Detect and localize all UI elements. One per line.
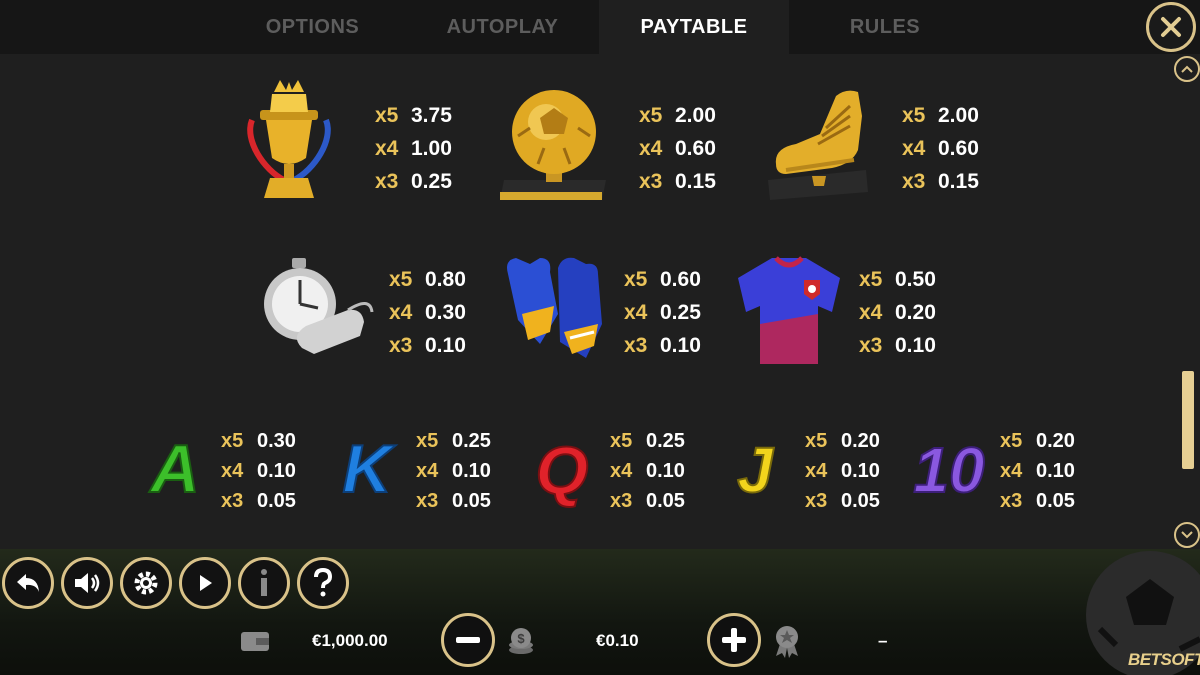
chevron-down-icon <box>1181 531 1193 539</box>
gloves-payouts: x5 0.60 x4 0.25 x3 0.10 <box>624 267 701 357</box>
bet-value: €0.10 <box>596 631 639 650</box>
back-arrow-icon <box>17 574 39 592</box>
tab-rules[interactable]: RULES <box>790 0 980 54</box>
svg-text:J: J <box>737 434 774 500</box>
svg-text:K: K <box>342 432 396 500</box>
speaker-icon <box>75 573 100 593</box>
close-button[interactable] <box>1146 2 1196 52</box>
scroll-up-button[interactable] <box>1174 56 1200 82</box>
ten-payouts: x5 0.20 x4 0.10 x3 0.05 <box>1000 429 1075 512</box>
autoplay-button[interactable] <box>179 557 231 609</box>
sound-button[interactable] <box>61 557 113 609</box>
golden-boot-icon <box>766 88 870 207</box>
golden-ball-icon <box>498 88 610 211</box>
stopwatch-payouts: x5 0.80 x4 0.30 x3 0.10 <box>389 267 466 357</box>
svg-text:10: 10 <box>913 434 984 500</box>
golden-ball-payouts: x5 2.00 x4 0.60 x3 0.15 <box>639 103 716 193</box>
letter-k-icon: K <box>332 430 402 508</box>
tab-bar: OPTIONS AUTOPLAY PAYTABLE RULES <box>0 0 1200 54</box>
a-payouts: x5 0.30 x4 0.10 x3 0.05 <box>221 429 296 512</box>
question-icon <box>314 568 333 597</box>
trophy-icon <box>244 80 334 211</box>
minus-icon <box>456 637 480 643</box>
stopwatch-whistle-icon <box>262 256 374 367</box>
betsoft-logo: BETSOFT <box>1128 650 1200 669</box>
bottom-bar <box>0 549 1200 675</box>
gear-icon <box>134 571 158 595</box>
tab-options[interactable]: OPTIONS <box>220 0 405 54</box>
letter-q-icon: Q <box>527 432 597 510</box>
close-icon <box>1161 17 1181 37</box>
info-icon <box>261 569 267 596</box>
increase-bet-button[interactable] <box>707 613 761 667</box>
golden-boot-payouts: x5 2.00 x4 0.60 x3 0.15 <box>902 103 979 193</box>
letter-j-icon: J <box>728 432 782 507</box>
jersey-payouts: x5 0.50 x4 0.20 x3 0.10 <box>859 267 936 357</box>
tab-paytable[interactable]: PAYTABLE <box>599 0 789 54</box>
decrease-bet-button[interactable] <box>441 613 495 667</box>
number-ten-icon: 10 <box>904 432 994 507</box>
k-payouts: x5 0.25 x4 0.10 x3 0.05 <box>416 429 491 512</box>
j-payouts: x5 0.20 x4 0.10 x3 0.05 <box>805 429 880 512</box>
info-button[interactable] <box>238 557 290 609</box>
tab-autoplay[interactable]: AUTOPLAY <box>410 0 595 54</box>
back-button[interactable] <box>2 557 54 609</box>
trophy-payouts: x5 3.75 x4 1.00 x3 0.25 <box>375 103 452 193</box>
jersey-icon <box>732 254 846 373</box>
letter-a-icon: A <box>140 430 210 508</box>
scroll-down-button[interactable] <box>1174 522 1200 548</box>
help-button[interactable] <box>297 557 349 609</box>
scrollbar-thumb[interactable] <box>1182 371 1194 469</box>
win-value: – <box>878 631 888 650</box>
balance-value: €1,000.00 <box>312 631 388 650</box>
q-payouts: x5 0.25 x4 0.10 x3 0.05 <box>610 429 685 512</box>
coins-icon: $ <box>509 628 533 654</box>
win-medal-icon <box>776 626 798 658</box>
play-icon <box>200 575 212 591</box>
wallet-icon <box>241 632 269 651</box>
svg-text:$: $ <box>517 631 525 646</box>
goalkeeper-gloves-icon <box>500 254 608 369</box>
svg-text:A: A <box>148 432 199 500</box>
plus-icon <box>722 628 746 652</box>
svg-text:Q: Q <box>536 433 589 508</box>
chevron-up-icon <box>1181 65 1193 73</box>
settings-button[interactable] <box>120 557 172 609</box>
